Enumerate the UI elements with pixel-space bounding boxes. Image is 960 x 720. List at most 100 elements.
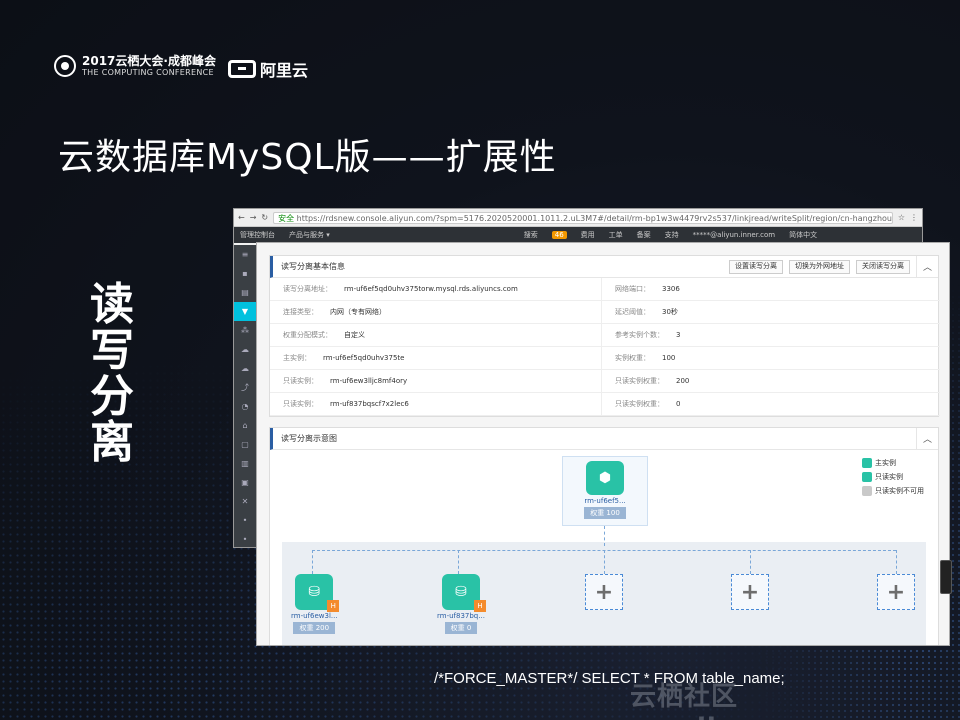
sidebar-item-8-icon[interactable]: ⌂ [234, 416, 256, 435]
language-switch[interactable]: 简体中文 [789, 230, 817, 240]
read-write-split-panel: 读写分离基本信息 设置读写分离 切换为外网地址 关闭读写分离 ︿ 读写分离地址：… [256, 242, 950, 646]
info-row-cell: 读写分离地址： rm-uf6ef5qd0uhv375torw.mysql.rds.… [270, 278, 602, 301]
sidebar-item-1-icon[interactable]: ▪ [234, 264, 256, 283]
back-icon[interactable]: ← [238, 213, 245, 222]
aliyun-logo: 阿里云 [228, 57, 308, 81]
url-field[interactable]: 安全 https://rdsnew.console.aliyun.com/?sp… [273, 211, 893, 224]
add-readonly-instance-button[interactable]: + [877, 574, 915, 610]
search-link[interactable]: 搜索 [524, 230, 538, 240]
connector-line [312, 550, 313, 574]
connector-line [604, 526, 605, 546]
switch-public-address-button[interactable]: 切换为外网地址 [789, 259, 850, 274]
master-instance-node[interactable]: ⬢ rm-uf6ef5... 权重 100 [562, 456, 648, 526]
readonly-instance-node[interactable]: ⛁ H rm-uf837bq... 权重 0 [437, 574, 486, 634]
info-key: 延迟阈值： [615, 308, 650, 316]
aliyun-mark-icon [228, 60, 256, 78]
nav-fee[interactable]: 费用 [581, 230, 595, 240]
scroll-handle[interactable] [940, 560, 952, 594]
diagram-title: 读写分离示意图 [281, 434, 337, 443]
connector-line [604, 550, 605, 574]
sidebar-item-rds-icon[interactable]: ▼ [234, 302, 256, 321]
sidebar-item-2-icon[interactable]: ▤ [234, 283, 256, 302]
readonly-instance-name[interactable]: rm-uf837bq... [437, 612, 485, 620]
basic-info-header: 读写分离基本信息 设置读写分离 切换为外网地址 关闭读写分离 ︿ [270, 255, 938, 278]
info-key: 读写分离地址： [283, 285, 332, 293]
legend-item: 只读实例不可用 [862, 484, 924, 498]
readonly-weight-tag: 权重 200 [293, 622, 336, 634]
set-rw-split-button[interactable]: 设置读写分离 [729, 259, 783, 274]
console-top-bar: 管理控制台 产品与服务 ▾ 搜索 46 费用 工单 备案 支持 *****@al… [234, 227, 922, 243]
sidebar-item-4-icon[interactable]: ☁ [234, 340, 256, 359]
collapse-chevron-up-icon[interactable]: ︿ [916, 255, 938, 278]
info-key: 权重分配模式： [283, 331, 332, 339]
nav-record[interactable]: 备案 [637, 230, 651, 240]
watermark: 云栖社区 yq.aliyun.com [630, 682, 847, 720]
legend-label: 只读实例 [875, 473, 903, 481]
info-row-cell: 只读实例权重： 0 [602, 393, 940, 416]
sidebar-item-11-icon[interactable]: ▣ [234, 473, 256, 492]
info-key: 网络端口： [615, 285, 650, 293]
conference-mark-icon [54, 55, 76, 77]
master-instance-name[interactable]: rm-uf6ef5... [584, 497, 625, 505]
sidebar-item-6-icon[interactable]: ⤴ [234, 378, 256, 397]
info-value: 内网（专有网络） [330, 308, 386, 316]
reload-icon[interactable]: ↻ [261, 213, 268, 222]
h-badge: H [327, 600, 340, 612]
connector-line [896, 550, 897, 574]
sidebar-item-5-icon[interactable]: ☁ [234, 359, 256, 378]
diagram-body: ⬢ rm-uf6ef5... 权重 100 主实例 只读实例 只读实例不可用 ⛁… [270, 450, 938, 645]
sidebar-item-10-icon[interactable]: ▥ [234, 454, 256, 473]
info-value: 自定义 [344, 331, 365, 339]
info-row-cell: 只读实例权重： 200 [602, 370, 940, 393]
info-key: 连接类型： [283, 308, 318, 316]
sidebar-menu-icon[interactable]: ≡ [234, 245, 256, 264]
info-value: rm-uf837bqscf7x2lec6 [330, 400, 409, 408]
aliyun-name: 阿里云 [260, 61, 309, 80]
slide-title: 云数据库MySQL版——扩展性 [58, 137, 557, 178]
info-value: 3 [676, 331, 681, 339]
info-value: 100 [662, 354, 676, 362]
notification-badge[interactable]: 46 [551, 231, 567, 239]
readonly-instance-node[interactable]: ⛁ H rm-uf6ew3l... 权重 200 [291, 574, 340, 634]
info-value: 0 [676, 400, 681, 408]
sidebar-item-13-icon[interactable]: • [234, 511, 256, 530]
collapse-chevron-up-icon[interactable]: ︿ [916, 427, 938, 450]
sidebar-item-3-icon[interactable]: ⁂ [234, 321, 256, 340]
basic-info-card: 读写分离基本信息 设置读写分离 切换为外网地址 关闭读写分离 ︿ 读写分离地址：… [269, 255, 940, 417]
database-icon: ⛁ H [295, 574, 340, 612]
sidebar-item-14-icon[interactable]: • [234, 530, 256, 547]
sidebar-item-9-icon[interactable]: ▢ [234, 435, 256, 454]
info-row-cell: 只读实例： rm-uf6ew3lljc8mf4ory [270, 370, 602, 393]
legend-label: 主实例 [875, 459, 896, 467]
info-key: 只读实例权重： [615, 400, 664, 408]
master-instance-icon: ⬢ [586, 461, 624, 495]
basic-info-title: 读写分离基本信息 [281, 262, 345, 271]
console-home-link[interactable]: 管理控制台 [240, 230, 275, 240]
info-row-cell: 参考实例个数： 3 [602, 324, 940, 347]
sidebar-item-12-icon[interactable]: ✕ [234, 492, 256, 511]
info-value: 3306 [662, 285, 680, 293]
sidebar-item-7-icon[interactable]: ◔ [234, 397, 256, 416]
products-menu[interactable]: 产品与服务 ▾ [289, 230, 330, 240]
menu-icon[interactable]: ⋮ [910, 213, 918, 222]
add-readonly-instance-button[interactable]: + [731, 574, 769, 610]
account-name[interactable]: *****@aliyun.inner.com [693, 231, 775, 239]
close-rw-split-button[interactable]: 关闭读写分离 [856, 259, 910, 274]
forward-icon[interactable]: → [250, 213, 257, 222]
readonly-instance-name[interactable]: rm-uf6ew3l... [291, 612, 338, 620]
add-readonly-instance-button[interactable]: + [585, 574, 623, 610]
info-row-cell: 主实例： rm-uf6ef5qd0uhv375te [270, 347, 602, 370]
legend-master-icon [862, 458, 872, 468]
nav-ticket[interactable]: 工单 [609, 230, 623, 240]
url-text: https://rdsnew.console.aliyun.com/?spm=5… [296, 213, 892, 223]
legend-item: 只读实例 [862, 470, 924, 484]
h-badge: H [473, 600, 486, 612]
star-icon[interactable]: ☆ [898, 213, 905, 222]
nav-support[interactable]: 支持 [665, 230, 679, 240]
legend-label: 只读实例不可用 [875, 487, 924, 495]
legend-item: 主实例 [862, 456, 924, 470]
info-row-cell: 只读实例： rm-uf837bqscf7x2lec6 [270, 393, 602, 416]
info-value: rm-uf6ew3lljc8mf4ory [330, 377, 408, 385]
diagram-header: 读写分离示意图 ︿ [270, 427, 938, 450]
secure-label: 安全 [278, 213, 295, 223]
